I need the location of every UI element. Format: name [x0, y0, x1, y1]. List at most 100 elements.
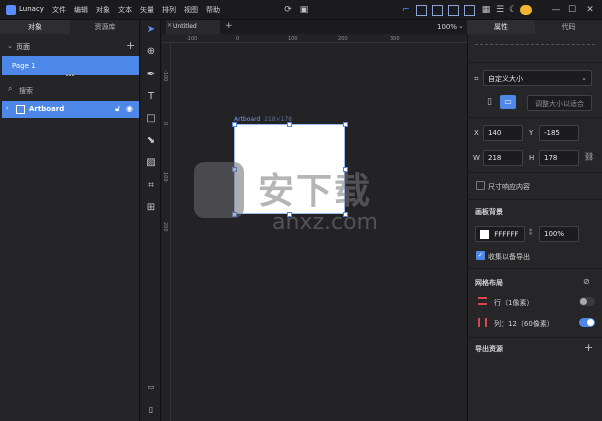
tab-objects[interactable]: 对象 [0, 20, 70, 34]
menu-object[interactable]: 对象 [96, 5, 110, 15]
x-input[interactable]: 140 [483, 125, 523, 141]
tab-library[interactable]: 资源库 [70, 20, 140, 34]
layers-panel [0, 20, 140, 421]
grid-rows-label: 行（1像素） [494, 299, 534, 307]
eye-icon[interactable]: ◉ [126, 104, 133, 113]
artboard-title-label: Artboard [234, 116, 261, 123]
tab-properties[interactable]: 属性 [467, 20, 535, 34]
align-b-icon[interactable] [432, 5, 443, 16]
add-page-icon[interactable]: + [126, 39, 135, 52]
new-tab-icon[interactable]: + [225, 21, 233, 31]
ruler-label: -100 [186, 36, 198, 42]
close-icon[interactable]: ✕ [584, 4, 596, 16]
lock-icon[interactable]: 🔓︎ [115, 104, 120, 114]
watermark-domain: anxz.com [272, 210, 378, 235]
search-input[interactable]: 搜索 [19, 86, 33, 96]
h-input[interactable]: 178 [539, 150, 579, 166]
grid-icon[interactable]: ▦ [480, 4, 492, 16]
align-toolbar[interactable] [475, 44, 595, 50]
bg-color-input[interactable]: FFFFFF [475, 226, 525, 242]
menu-vector[interactable]: 矢量 [140, 5, 154, 15]
artboard-tool-icon[interactable]: ⌗ [145, 180, 157, 192]
sync-icon[interactable]: ⟳ [282, 4, 294, 16]
ruler-label: 100 [162, 172, 168, 182]
resize-handle[interactable] [232, 122, 237, 127]
zoom-tool-icon[interactable]: ⊕ [145, 46, 157, 58]
y-label: Y [529, 129, 534, 137]
eye-off-icon[interactable]: ⊘ [583, 277, 590, 286]
portrait-icon[interactable]: ▯ [487, 97, 492, 107]
divider [467, 117, 602, 118]
bg-opacity-input[interactable]: 100% [539, 226, 579, 242]
watermark: 安下载 anxz.com [186, 158, 416, 258]
minimize-icon[interactable]: — [550, 4, 562, 16]
search-icon: ⌕ [8, 84, 13, 93]
link-icon[interactable]: ⛓ [584, 152, 594, 161]
grid-section-title: 网格布局 [475, 279, 503, 287]
w-label: W [473, 154, 480, 162]
menu-help[interactable]: 帮助 [206, 5, 220, 15]
align-c-icon[interactable] [448, 5, 459, 16]
w-input[interactable]: 218 [483, 150, 523, 166]
resize-handle[interactable] [287, 122, 292, 127]
resize-content-checkbox[interactable] [476, 181, 485, 190]
moon-icon[interactable]: ☾ [507, 4, 519, 16]
panel-toggle-icon[interactable]: ▯ [145, 404, 157, 416]
artboard-title[interactable]: Artboard 218×178 [234, 116, 292, 123]
ruler-label: 200 [338, 36, 348, 42]
document-tab-label: Untitled [173, 23, 197, 30]
tab-close-icon[interactable]: ✕ [167, 22, 172, 29]
zoom-level[interactable]: 100% [437, 23, 457, 31]
app-logo [6, 5, 16, 15]
rectangle-tool-icon[interactable]: □ [145, 113, 157, 125]
vertical-ruler [162, 43, 171, 421]
menu-file[interactable]: 文件 [52, 5, 66, 15]
chevron-down-icon[interactable]: ⌄ [7, 42, 13, 50]
fit-button[interactable]: 调整大小以适合 [527, 95, 592, 111]
chevron-down-icon: ⌄ [581, 74, 587, 82]
y-input[interactable]: -185 [539, 125, 579, 141]
corner-icon[interactable]: ⌐ [400, 4, 412, 16]
artboard-icon [16, 105, 25, 114]
columns-toggle[interactable] [579, 318, 595, 327]
rows-toggle[interactable] [579, 297, 595, 306]
toggle-knob [580, 298, 587, 305]
ruler-label: 100 [288, 36, 298, 42]
menu-view[interactable]: 视图 [184, 5, 198, 15]
menu-edit[interactable]: 编辑 [74, 5, 88, 15]
landscape-icon[interactable]: ▭ [500, 95, 516, 109]
color-swatch[interactable] [480, 230, 489, 239]
frame-icon[interactable]: ▣ [298, 4, 310, 16]
align-d-icon[interactable] [464, 5, 475, 16]
export-section-title: 导出资源 [475, 345, 503, 353]
export-checkbox[interactable]: ✓ [476, 251, 485, 260]
tab-code[interactable]: 代码 [535, 20, 602, 34]
bg-section-title: 画板背景 [475, 208, 503, 216]
code-tool-icon[interactable]: ▭ [145, 381, 157, 393]
divider [467, 199, 602, 200]
zoom-chevron-icon[interactable]: ⌄ [458, 22, 464, 30]
list-icon[interactable]: ☰ [494, 4, 506, 16]
components-tool-icon[interactable]: ⊞ [145, 202, 157, 214]
preset-select[interactable]: 自定义大小 ⌄ [483, 70, 592, 86]
add-export-icon[interactable]: + [584, 341, 593, 354]
align-a-icon[interactable] [416, 5, 427, 16]
maximize-icon[interactable]: ☐ [566, 4, 578, 16]
cloud-icon[interactable] [520, 5, 532, 15]
menu-arrange[interactable]: 排列 [162, 5, 176, 15]
resize-handle[interactable] [66, 74, 74, 76]
text-tool-icon[interactable]: T [145, 91, 157, 103]
shield-icon [194, 162, 244, 218]
select-tool-icon[interactable]: ➤ [145, 24, 157, 36]
pages-header: 页面 [16, 43, 30, 51]
resize-content-label: 尺寸响应内容 [488, 183, 530, 191]
opacity-icon: ⁑ [529, 229, 533, 237]
vector-tool-icon[interactable]: ⬊ [145, 135, 157, 147]
resize-handle[interactable] [343, 122, 348, 127]
chevron-right-icon[interactable]: › [6, 104, 9, 112]
divider [467, 268, 602, 269]
artboard-icon: ⌗ [474, 74, 479, 83]
image-tool-icon[interactable]: ▨ [145, 157, 157, 169]
menu-text[interactable]: 文本 [118, 5, 132, 15]
pen-tool-icon[interactable]: ✒ [145, 69, 157, 81]
